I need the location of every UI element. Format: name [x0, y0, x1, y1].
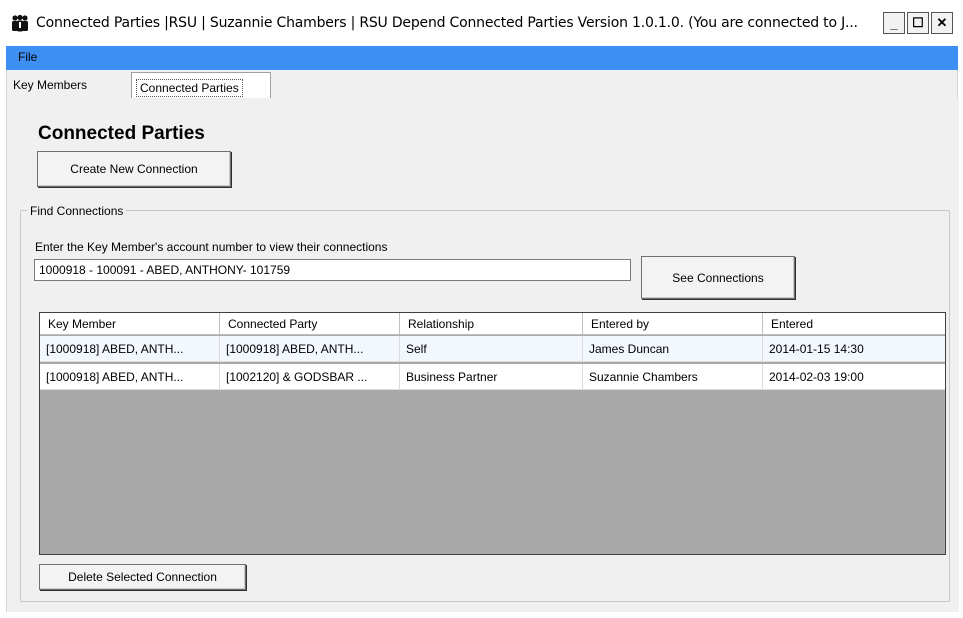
- cell-connected-party[interactable]: [1002120] & GODSBAR ...: [220, 364, 400, 390]
- cell-entered[interactable]: 2014-02-03 19:00: [763, 364, 945, 390]
- tab-strip: Key Members Connected Parties: [7, 72, 959, 100]
- page-title: Connected Parties: [38, 123, 205, 144]
- window-title: Connected Parties |RSU | Suzannie Chambe…: [36, 15, 858, 31]
- menu-file[interactable]: File: [18, 50, 37, 64]
- table-row[interactable]: [1000918] ABED, ANTH... [1002120] & GODS…: [40, 364, 945, 390]
- cell-entered[interactable]: 2014-01-15 14:30: [763, 336, 945, 362]
- table-row[interactable]: [1000918] ABED, ANTH... [1000918] ABED, …: [40, 336, 945, 362]
- create-new-connection-button[interactable]: Create New Connection: [37, 151, 231, 187]
- column-header-entered-by[interactable]: Entered by: [583, 313, 763, 335]
- account-prompt: Enter the Key Member's account number to…: [35, 240, 388, 254]
- cell-entered-by[interactable]: Suzannie Chambers: [583, 364, 763, 390]
- cell-relationship[interactable]: Business Partner: [400, 364, 583, 390]
- see-connections-button[interactable]: See Connections: [641, 256, 795, 299]
- tab-connected-parties[interactable]: Connected Parties: [131, 72, 271, 100]
- cell-entered-by[interactable]: James Duncan: [583, 336, 763, 362]
- connections-grid[interactable]: Key Member Connected Party Relationship …: [39, 312, 946, 555]
- delete-selected-connection-button[interactable]: Delete Selected Connection: [39, 564, 246, 590]
- cell-key-member[interactable]: [1000918] ABED, ANTH...: [40, 336, 220, 362]
- account-number-input[interactable]: [34, 259, 631, 281]
- cell-connected-party[interactable]: [1000918] ABED, ANTH...: [220, 336, 400, 362]
- grid-header: Key Member Connected Party Relationship …: [40, 313, 945, 335]
- minimize-button[interactable]: _: [883, 12, 905, 34]
- tab-connected-parties-label: Connected Parties: [136, 79, 243, 97]
- people-icon: [10, 14, 30, 32]
- column-header-connected-party[interactable]: Connected Party: [220, 313, 400, 335]
- tab-key-members[interactable]: Key Members: [9, 74, 127, 98]
- column-header-key-member[interactable]: Key Member: [40, 313, 220, 335]
- close-icon: ✕: [936, 15, 948, 30]
- menu-bar: File: [6, 46, 958, 70]
- tab-key-members-label: Key Members: [13, 78, 88, 92]
- cell-key-member[interactable]: [1000918] ABED, ANTH...: [40, 364, 220, 390]
- minimize-icon: _: [890, 15, 898, 31]
- maximize-button[interactable]: ☐: [907, 12, 929, 34]
- cell-relationship[interactable]: Self: [400, 336, 583, 362]
- client-area: Key Members Connected Parties Connected …: [6, 70, 959, 612]
- connected-parties-page: Connected Parties Create New Connection …: [7, 98, 959, 612]
- title-bar[interactable]: Connected Parties |RSU | Suzannie Chambe…: [0, 0, 963, 46]
- maximize-icon: ☐: [912, 15, 924, 30]
- find-connections-label: Find Connections: [27, 204, 127, 218]
- app-window: Connected Parties |RSU | Suzannie Chambe…: [0, 0, 963, 618]
- column-header-relationship[interactable]: Relationship: [400, 313, 583, 335]
- column-header-entered[interactable]: Entered: [763, 313, 945, 335]
- close-button[interactable]: ✕: [931, 12, 953, 34]
